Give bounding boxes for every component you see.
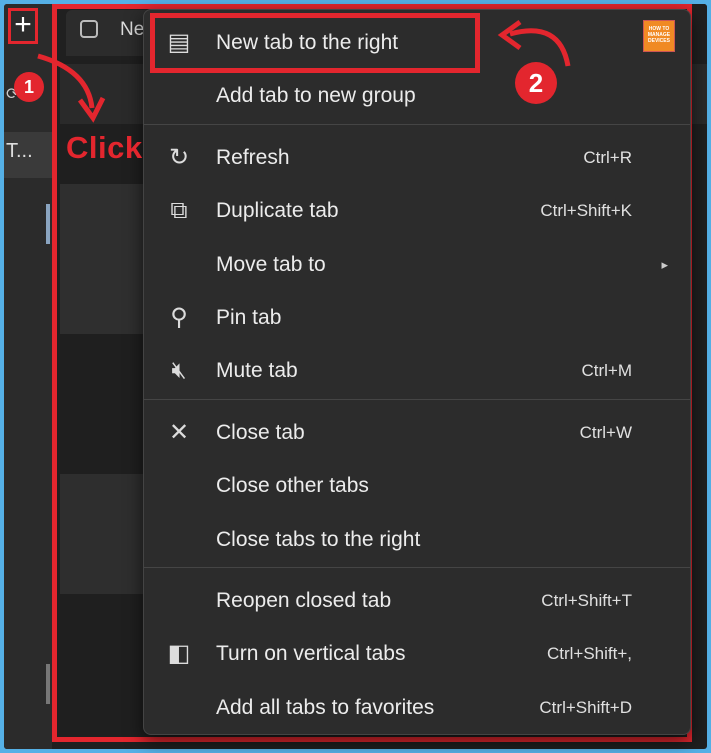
site-logo: HOW TO MANAGE DEVICES xyxy=(643,20,675,52)
refresh-icon: ↻ xyxy=(168,143,190,171)
menu-item-close-tabs-to-the-right[interactable]: Close tabs to the right xyxy=(144,514,690,566)
menu-item-label: Duplicate tab xyxy=(216,199,339,223)
menu-item-label: Move tab to xyxy=(216,252,326,276)
menu-item-label: Refresh xyxy=(216,145,290,169)
logo-text-line: DEVICES xyxy=(648,38,670,44)
menu-item-close-tab[interactable]: ✕ Close tab Ctrl+W xyxy=(144,407,690,459)
tab-context-menu: ▤ New tab to the right Add tab to new grou… xyxy=(143,9,691,735)
menu-item-mute-tab[interactable]: 🔇︎ Mute tab Ctrl+M xyxy=(144,345,690,397)
menu-item-label: Mute tab xyxy=(216,359,298,383)
menu-item-reopen-closed-tab[interactable]: Reopen closed tab Ctrl+Shift+T xyxy=(144,575,690,627)
menu-item-shortcut: Ctrl+W xyxy=(579,422,632,442)
menu-item-label: Add all tabs to favorites xyxy=(216,695,435,719)
menu-item-shortcut: Ctrl+Shift+, xyxy=(546,644,632,664)
vertical-tab-label: T... xyxy=(6,140,33,162)
menu-item-shortcut: Ctrl+Shift+T xyxy=(541,591,632,610)
menu-item-shortcut: Ctrl+R xyxy=(583,147,632,167)
tab-favicon-icon xyxy=(80,20,98,38)
menu-item-duplicate-tab[interactable]: ⧉ Duplicate tab Ctrl+Shift+K xyxy=(144,185,690,237)
tab-title: Ne xyxy=(120,19,145,40)
tab-thumbnail xyxy=(46,664,50,704)
menu-item-label: Close tab xyxy=(216,420,305,444)
menu-item-shortcut: Ctrl+Shift+K xyxy=(540,201,632,221)
step-1-badge: 1 xyxy=(14,72,44,102)
menu-separator xyxy=(144,567,690,568)
click-annotation: Click xyxy=(66,130,143,165)
submenu-arrow-icon: ▸ xyxy=(661,256,668,272)
menu-item-pin-tab[interactable]: ⚲ Pin tab xyxy=(144,292,690,344)
menu-item-label: Pin tab xyxy=(216,306,282,329)
menu-item-label: Reopen closed tab xyxy=(216,589,392,612)
menu-item-refresh[interactable]: ↻ Refresh Ctrl+R xyxy=(144,132,690,184)
menu-item-shortcut: Ctrl+M xyxy=(581,361,632,381)
menu-item-label: Close other tabs xyxy=(216,474,369,498)
vertical-tabs-icon: ◧ xyxy=(167,640,191,668)
new-tab-button[interactable]: + xyxy=(8,8,38,44)
menu-item-move-tab-to[interactable]: Move tab to ▸ xyxy=(144,239,690,291)
menu-item-label: Turn on vertical tabs xyxy=(216,642,406,666)
menu-item-turn-on-vertical-tabs[interactable]: ◧ Turn on vertical tabs Ctrl+Shift+, xyxy=(144,628,690,680)
vertical-tab-strip: + ⟳ T... xyxy=(4,4,52,749)
tab-thumbnail xyxy=(46,204,50,244)
menu-item-shortcut: Ctrl+Shift+D xyxy=(539,697,632,717)
mute-icon: 🔇︎ xyxy=(171,357,187,385)
duplicate-icon: ⧉ xyxy=(170,197,188,225)
pin-icon: ⚲ xyxy=(170,304,188,331)
menu-separator xyxy=(144,398,690,400)
menu-separator xyxy=(144,123,690,125)
menu-item-close-other-tabs[interactable]: Close other tabs xyxy=(144,460,690,512)
menu-item-label: Add tab to new group xyxy=(216,84,416,108)
menu-item-add-all-tabs-to-favorites[interactable]: Add all tabs to favorites Ctrl+Shift+D xyxy=(144,682,690,734)
step-2-badge: 2 xyxy=(515,62,557,104)
close-icon: ✕ xyxy=(168,418,190,446)
menu-item-label: Close tabs to the right xyxy=(216,527,421,551)
menu-item-add-tab-to-new-group[interactable]: Add tab to new group xyxy=(144,70,690,122)
menu-highlight-box xyxy=(150,13,480,73)
